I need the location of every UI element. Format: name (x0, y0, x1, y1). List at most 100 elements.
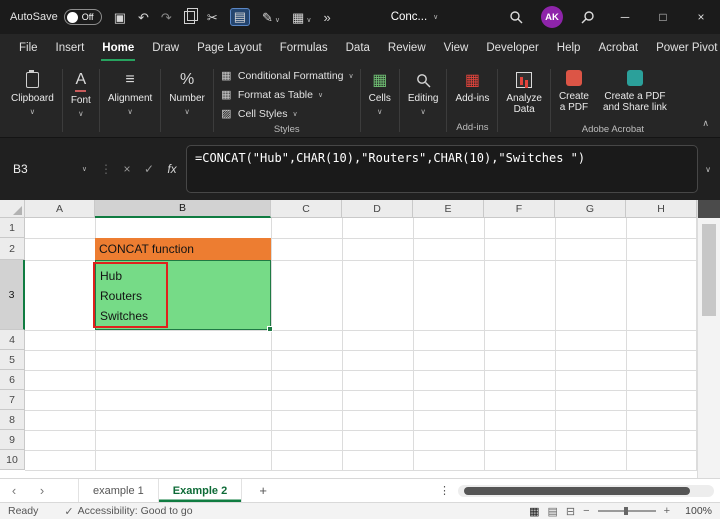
sheet-tab-example-2[interactable]: Example 2 (159, 479, 243, 502)
menu-item-power-pivot[interactable]: Power Pivot (647, 34, 720, 62)
ribbon-group-addins[interactable]: ▦ Add-ins Add-ins (448, 64, 496, 137)
copy-icon[interactable] (183, 7, 198, 24)
col-header-g[interactable]: G (555, 200, 626, 218)
toolbar-overflow-icon[interactable]: » (323, 11, 330, 24)
cell-b2-text: CONCAT function (99, 242, 194, 256)
number-label: Number (169, 93, 205, 104)
row-header-2[interactable]: 2 (0, 238, 25, 260)
add-sheet-icon[interactable]: + (250, 483, 276, 498)
menu-item-view[interactable]: View (435, 34, 478, 62)
create-pdf-share-button[interactable]: Create a PDF and Share link (601, 66, 669, 113)
col-header-h[interactable]: H (626, 200, 697, 218)
create-pdf-button[interactable]: Create a PDF (557, 66, 591, 113)
zoom-slider[interactable] (597, 507, 656, 515)
close-button[interactable]: × (682, 0, 720, 34)
vertical-scrollbar[interactable] (697, 200, 720, 478)
prev-sheet-icon[interactable]: ‹ (0, 483, 28, 498)
sheet-tab-example-1[interactable]: example 1 (78, 479, 159, 502)
formula-input[interactable]: =CONCAT("Hub",CHAR(10),"Routers",CHAR(10… (186, 145, 699, 193)
menu-item-formulas[interactable]: Formulas (271, 34, 337, 62)
formula-bar-expand-icon[interactable]: ∨ (702, 165, 714, 174)
menu-item-home[interactable]: Home (93, 34, 143, 62)
ribbon-group-editing[interactable]: Editing ∨ (401, 64, 446, 137)
menu-item-developer[interactable]: Developer (477, 34, 547, 62)
row-header-7[interactable]: 7 (0, 390, 25, 410)
cell-styles-button[interactable]: ▨ Cell Styles ∨ (220, 104, 354, 123)
format-painter-button[interactable]: ✎ ∨ (262, 11, 280, 24)
cells-area[interactable]: CONCAT function Hub Routers Switches (25, 218, 697, 478)
borders-button[interactable]: ▦ ∨ (292, 11, 311, 24)
menu-item-review[interactable]: Review (379, 34, 435, 62)
col-header-d[interactable]: D (342, 200, 413, 218)
save-icon[interactable]: ▣ (114, 11, 126, 24)
font-label: Font (70, 95, 91, 106)
analyze-data-button[interactable]: Analyze Data (499, 64, 549, 137)
row-header-3[interactable]: 3 (0, 260, 25, 330)
row-header-9[interactable]: 9 (0, 430, 25, 450)
select-all-corner[interactable] (0, 200, 25, 218)
cell-b2[interactable]: CONCAT function (95, 238, 271, 260)
insert-function-button[interactable]: fx (162, 162, 182, 176)
avatar[interactable]: AK (541, 6, 563, 28)
ribbon-group-cells[interactable]: ▦ Cells ∨ (362, 64, 398, 137)
maximize-button[interactable]: □ (644, 0, 682, 34)
col-header-a[interactable]: A (25, 200, 95, 218)
menu-item-help[interactable]: Help (548, 34, 590, 62)
name-box[interactable]: B3 ∨ (6, 158, 94, 180)
autosave-toggle[interactable]: AutoSave Off (10, 9, 102, 25)
autosave-state: Off (81, 12, 94, 22)
row-header-4[interactable]: 4 (0, 330, 25, 350)
drag-handle-icon[interactable]: ⋮ (98, 162, 114, 176)
ribbon-group-number[interactable]: % Number ∨ (162, 64, 212, 137)
cut-icon[interactable]: ✂ (207, 11, 218, 24)
collapse-ribbon-icon[interactable]: ∧ (693, 114, 718, 137)
minimize-button[interactable]: ─ (606, 0, 644, 34)
normal-view-icon[interactable]: ▦ (529, 505, 539, 518)
paste-icon-highlighted[interactable]: ▤ (229, 8, 251, 26)
col-header-b[interactable]: B (95, 200, 271, 218)
menu-item-page-layout[interactable]: Page Layout (188, 34, 271, 62)
document-title[interactable]: Conc... ∨ (391, 11, 439, 23)
tab-options-icon[interactable]: ⋮ (431, 484, 458, 497)
menu-item-data[interactable]: Data (337, 34, 379, 62)
row-header-10[interactable]: 10 (0, 450, 25, 470)
zoom-in-icon[interactable]: + (664, 505, 670, 517)
horizontal-scrollbar-thumb[interactable] (464, 486, 690, 495)
col-header-e[interactable]: E (413, 200, 484, 218)
page-break-view-icon[interactable]: ⊟ (566, 505, 575, 518)
zoom-level[interactable]: 100% (678, 505, 712, 517)
menu-item-insert[interactable]: Insert (47, 34, 94, 62)
ribbon-group-alignment[interactable]: ≡ Alignment ∨ (101, 64, 159, 137)
next-sheet-icon[interactable]: › (28, 483, 56, 498)
conditional-formatting-label: Conditional Formatting (237, 69, 344, 82)
col-header-c[interactable]: C (271, 200, 342, 218)
enter-icon[interactable]: ✓ (140, 162, 158, 176)
format-as-table-button[interactable]: ▦ Format as Table ∨ (220, 85, 354, 104)
row-header-1[interactable]: 1 (0, 218, 25, 238)
conditional-formatting-button[interactable]: ▦ Conditional Formatting ∨ (220, 66, 353, 85)
zoom-slider-knob[interactable] (623, 507, 628, 515)
row-header-6[interactable]: 6 (0, 370, 25, 390)
row-header-5[interactable]: 5 (0, 350, 25, 370)
ribbon-group-font[interactable]: A Font ∨ (64, 64, 98, 137)
autosave-switch[interactable]: Off (63, 9, 102, 25)
row-header-8[interactable]: 8 (0, 410, 25, 430)
search-icon-secondary[interactable] (570, 0, 606, 34)
menu-item-file[interactable]: File (10, 34, 47, 62)
col-header-f[interactable]: F (484, 200, 555, 218)
cancel-icon[interactable]: × (118, 162, 136, 176)
accessibility-status[interactable]: ✓ Accessibility: Good to go (64, 505, 192, 518)
horizontal-scrollbar[interactable] (458, 484, 714, 497)
fill-handle[interactable] (267, 326, 273, 332)
menu-item-draw[interactable]: Draw (143, 34, 188, 62)
ribbon-divider (212, 69, 214, 132)
search-icon[interactable] (498, 0, 534, 34)
vertical-scrollbar-thumb[interactable] (702, 224, 716, 316)
zoom-out-icon[interactable]: − (583, 505, 589, 517)
undo-icon[interactable]: ↶ (138, 11, 149, 24)
redo-icon[interactable]: ↷ (161, 11, 172, 24)
create-pdf-label-line1: Create (558, 91, 589, 102)
menu-item-acrobat[interactable]: Acrobat (589, 34, 647, 62)
ribbon-group-clipboard[interactable]: Clipboard ∨ (4, 64, 61, 137)
page-layout-view-icon[interactable]: ▤ (548, 505, 558, 518)
